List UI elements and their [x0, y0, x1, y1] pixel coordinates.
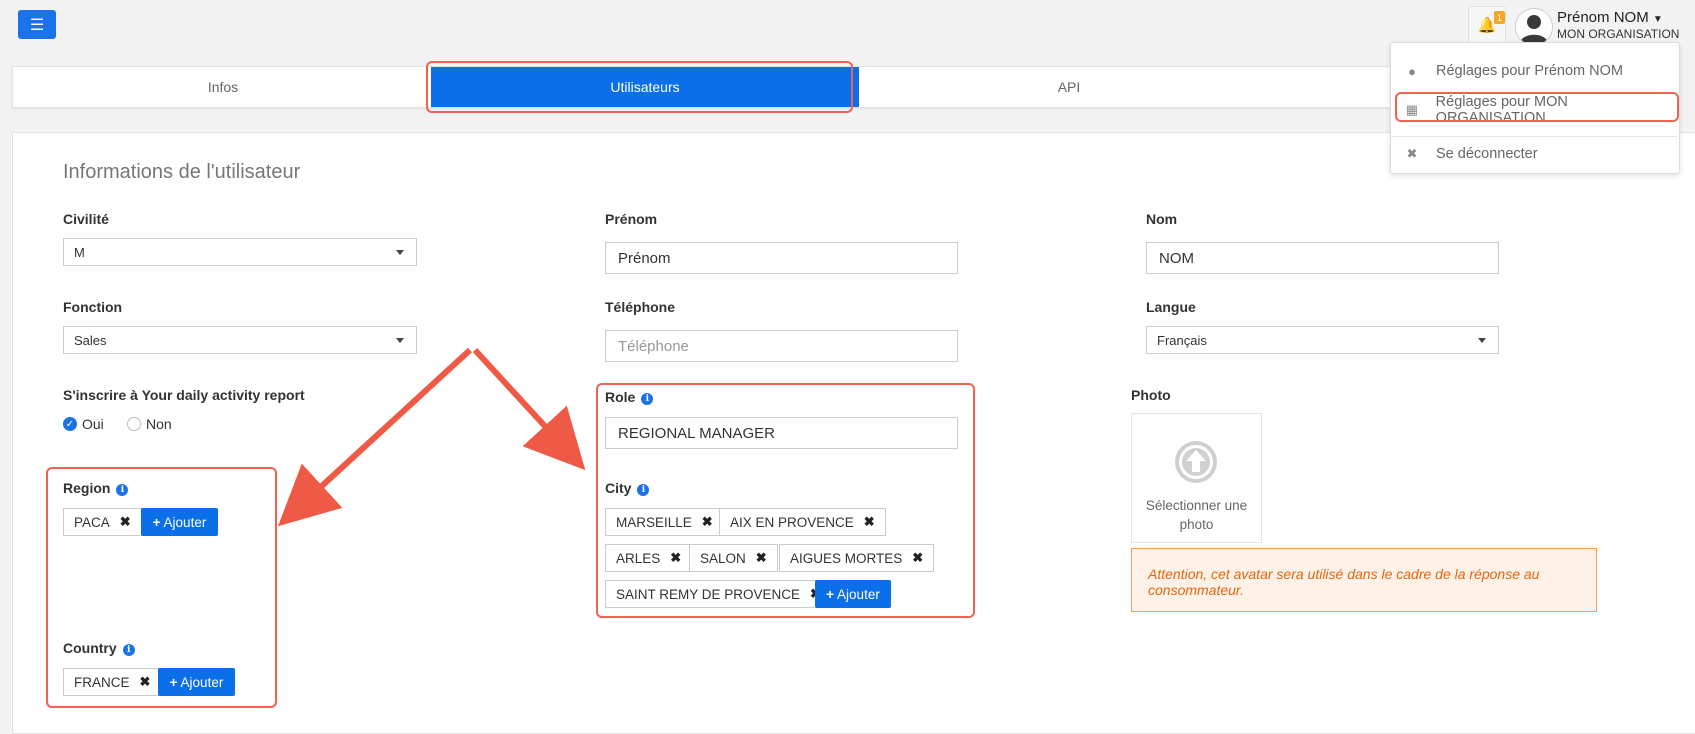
menu-item-label: Se déconnecter: [1436, 146, 1538, 162]
org-settings-highlight: [1395, 92, 1679, 122]
menu-item-logout[interactable]: ✖ Se déconnecter: [1391, 140, 1677, 168]
arrow-to-city: [472, 347, 586, 471]
close-icon: ✖: [1406, 146, 1418, 161]
menu-item-label: Réglages pour Prénom NOM: [1436, 63, 1623, 79]
menu-divider: [1391, 136, 1677, 137]
user-icon: ●: [1408, 63, 1416, 79]
menu-item-user-settings[interactable]: ● Réglages pour Prénom NOM: [1391, 57, 1677, 85]
arrow-to-region: [277, 347, 473, 527]
